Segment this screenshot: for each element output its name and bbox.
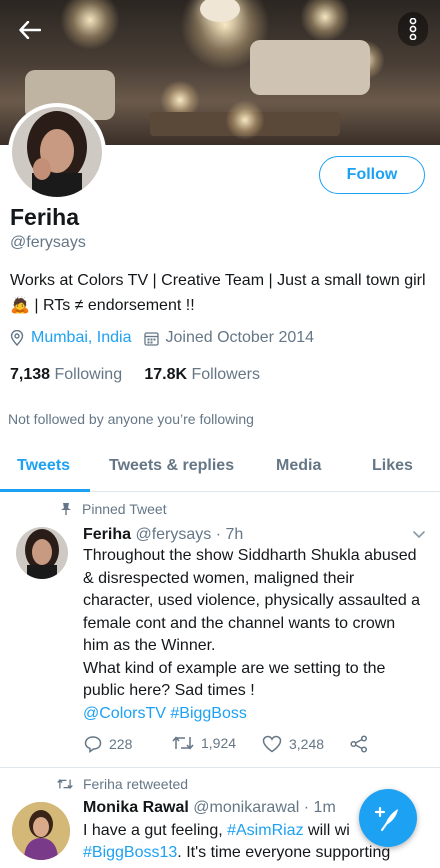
profile-joined: Joined October 2014 <box>165 329 315 346</box>
like-button[interactable]: 3,248 <box>262 735 324 753</box>
profile-avatar[interactable] <box>8 103 106 201</box>
tab-tweets[interactable]: Tweets <box>17 457 70 475</box>
share-button[interactable] <box>350 735 368 753</box>
following-count: 7,138 <box>10 366 51 383</box>
reply-icon <box>84 736 102 753</box>
profile-name: Feriha <box>10 204 80 230</box>
profile-tabs: Tweets Tweets & replies Media Likes <box>0 446 440 492</box>
tab-tweets-replies[interactable]: Tweets & replies <box>109 457 234 475</box>
avatar-image <box>16 527 68 579</box>
retweet-button[interactable]: 1,924 <box>172 735 236 751</box>
following-link[interactable]: 7,138 Following <box>10 366 122 383</box>
tweet-author-handle[interactable]: @ferysays <box>135 526 211 543</box>
tweet-actions: 228 1,924 3,248 <box>84 735 384 757</box>
pinned-tweet-text: Pinned Tweet <box>82 501 167 517</box>
calendar-icon <box>143 331 159 346</box>
followers-label: Followers <box>191 366 260 383</box>
back-arrow-icon <box>19 21 41 39</box>
follow-button[interactable]: Follow <box>319 156 425 194</box>
location-pin-icon <box>10 330 24 346</box>
pinned-tweet-label: Pinned Tweet <box>61 501 167 517</box>
back-button[interactable] <box>14 14 46 46</box>
hashtag-link[interactable]: #BiggBoss13 <box>83 844 177 861</box>
tweet-author-avatar[interactable] <box>16 527 68 579</box>
retweet-time: · 1m <box>303 799 336 816</box>
retweet-header: Monika Rawal @monikarawal · 1m <box>83 799 336 817</box>
tab-likes[interactable]: Likes <box>372 457 413 475</box>
more-vertical-icon <box>409 18 417 40</box>
reply-count: 228 <box>109 736 133 752</box>
chevron-down-icon[interactable] <box>412 530 426 540</box>
followers-count: 17.8K <box>144 366 188 383</box>
avatar-image <box>12 802 70 860</box>
profile-handle: @ferysays <box>10 234 86 251</box>
followers-link[interactable]: 17.8K Followers <box>144 366 260 383</box>
following-label: Following <box>54 366 123 383</box>
share-icon <box>350 735 368 753</box>
tab-media[interactable]: Media <box>276 457 321 475</box>
profile-meta: Mumbai, India Joined October 2014 <box>10 329 314 347</box>
retweet-icon <box>57 778 73 790</box>
compose-tweet-button[interactable] <box>359 789 417 847</box>
tweet-header: Feriha @ferysays · 7h <box>83 526 243 544</box>
profile-stats: 7,138 Following 17.8K Followers <box>10 366 260 384</box>
tweet-text-main: Throughout the show Siddharth Shukla abu… <box>83 547 421 654</box>
like-count: 3,248 <box>289 736 325 752</box>
not-followed-notice: Not followed by anyone you’re following <box>8 411 254 427</box>
retweet-author-name[interactable]: Monika Rawal <box>83 799 189 816</box>
retweet-count: 1,924 <box>201 735 237 751</box>
compose-feather-icon <box>374 806 398 831</box>
retweet-author-handle[interactable]: @monikarawal <box>193 799 299 816</box>
retweet-text-b: will wi <box>303 822 350 839</box>
profile-location[interactable]: Mumbai, India <box>31 329 132 347</box>
retweet-author-avatar[interactable] <box>12 802 70 860</box>
retweeted-by-text[interactable]: Feriha retweeted <box>83 776 188 792</box>
tweet-text-question: What kind of example are we setting to t… <box>83 659 386 700</box>
hashtag-link[interactable]: #AsimRiaz <box>227 822 303 839</box>
mention-link[interactable]: @ColorsTV <box>83 705 166 722</box>
active-tab-indicator <box>0 489 90 492</box>
avatar-image <box>12 107 102 197</box>
heart-icon <box>262 735 282 753</box>
pin-icon <box>61 503 71 515</box>
tweet-author-name[interactable]: Feriha <box>83 526 131 543</box>
tweet-time: · 7h <box>215 526 244 543</box>
retweeted-by-label: Feriha retweeted <box>57 776 188 792</box>
retweet-icon <box>172 736 194 750</box>
retweet-text-a: I have a gut feeling, <box>83 822 228 839</box>
reply-button[interactable]: 228 <box>84 735 132 753</box>
profile-bio: Works at Colors TV | Creative Team | Jus… <box>10 272 426 314</box>
retweet-text-c: . It's time everyone supporting <box>177 844 391 861</box>
tweet-divider <box>0 767 440 768</box>
tweet-body[interactable]: Throughout the show Siddharth Shukla abu… <box>83 545 423 725</box>
more-options-button[interactable] <box>398 12 428 46</box>
hashtag-link[interactable]: #BiggBoss <box>170 705 247 722</box>
